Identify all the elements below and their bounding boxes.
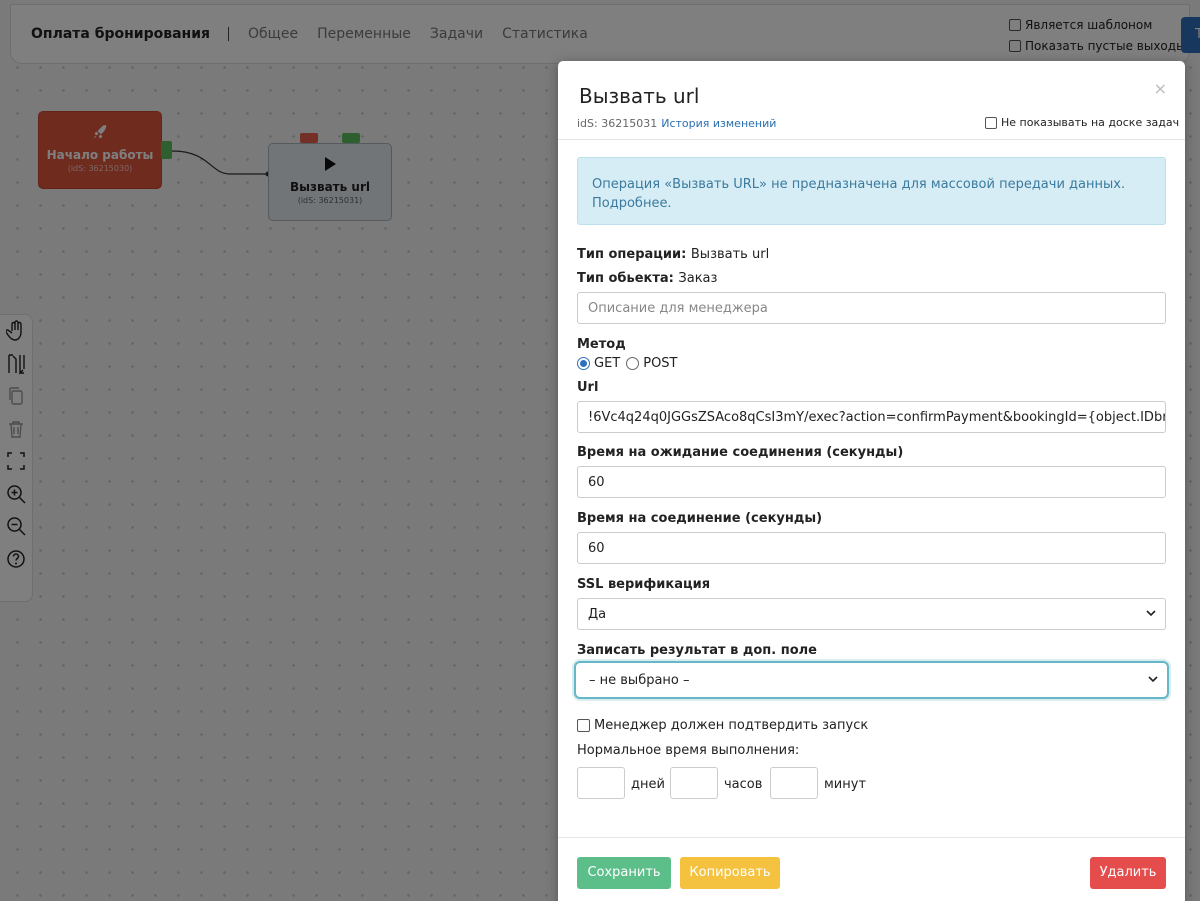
wait-timeout-input[interactable]: 60	[577, 466, 1166, 498]
info-alert: Операция «Вызвать URL» не предназначена …	[577, 157, 1166, 225]
obj-type-row: Тип обьекта: Заказ	[577, 271, 717, 286]
chevron-down-icon	[1147, 673, 1159, 689]
method-get-radio[interactable]	[577, 357, 590, 370]
hours-label: часов	[724, 777, 763, 792]
op-type-label: Тип операции:	[577, 247, 687, 262]
minutes-input[interactable]	[770, 767, 818, 799]
wait-timeout-label: Время на ожидание соединения (секунды)	[577, 445, 904, 460]
method-radio-group: GET POST	[577, 356, 678, 371]
dialog-id-text: idS: 36215031	[577, 117, 658, 130]
method-post-label: POST	[643, 356, 678, 371]
method-post-radio[interactable]	[626, 357, 640, 370]
chevron-down-icon	[1145, 607, 1157, 623]
call-url-dialog: × Вызвать url idS: 36215031 История измен…	[558, 61, 1185, 901]
manager-confirm-label: Менеджер должен подтвердить запуск	[594, 718, 869, 733]
op-type-value: Вызвать url	[690, 247, 770, 262]
footer-divider	[558, 837, 1185, 838]
ssl-select-value: Да	[588, 607, 607, 622]
op-type-row: Тип операции: Вызвать url	[577, 247, 769, 262]
copy-button[interactable]: Копировать	[680, 857, 780, 889]
ssl-select[interactable]: Да	[577, 598, 1166, 630]
obj-type-value: Заказ	[678, 271, 718, 286]
hours-input[interactable]	[670, 767, 718, 799]
days-label: дней	[631, 777, 665, 792]
url-label: Url	[577, 380, 599, 395]
minutes-label: минут	[824, 777, 867, 792]
close-icon[interactable]: ×	[1154, 79, 1167, 98]
dialog-title: Вызвать url	[579, 84, 700, 108]
delete-button[interactable]: Удалить	[1090, 857, 1166, 889]
result-field-label: Записать результат в доп. поле	[577, 643, 817, 658]
alert-text: Операция «Вызвать URL» не предназначена …	[592, 177, 1126, 192]
manager-confirm-option: Менеджер должен подтвердить запуск	[577, 718, 868, 733]
history-link[interactable]: История изменений	[661, 117, 776, 130]
obj-type-label: Тип обьекта:	[577, 271, 674, 286]
normal-time-label: Нормальное время выполнения:	[577, 743, 800, 758]
url-input[interactable]: !6Vc4q24q0JGGsZSAco8qCsI3mY/exec?action=…	[577, 401, 1166, 433]
ssl-label: SSL верификация	[577, 577, 711, 592]
connect-timeout-input[interactable]: 60	[577, 532, 1166, 564]
hide-on-board-checkbox[interactable]	[985, 116, 997, 129]
connect-timeout-label: Время на соединение (секунды)	[577, 511, 823, 526]
hide-on-board-option: Не показывать на доске задач	[985, 116, 1179, 129]
method-label: Метод	[577, 337, 626, 352]
header-divider	[558, 139, 1185, 140]
dialog-ids: idS: 36215031 История изменений	[577, 117, 776, 130]
manager-confirm-checkbox[interactable]	[577, 719, 590, 732]
hide-on-board-label: Не показывать на доске задач	[1001, 116, 1180, 129]
save-button[interactable]: Сохранить	[577, 857, 671, 889]
method-get-label: GET	[594, 356, 621, 371]
days-input[interactable]	[577, 767, 625, 799]
alert-more-link[interactable]: Подробнее.	[592, 196, 672, 211]
result-field-value: – не выбрано –	[589, 673, 690, 688]
description-input[interactable]: Описание для менеджера	[577, 292, 1166, 324]
result-field-select[interactable]: – не выбрано –	[574, 661, 1169, 699]
